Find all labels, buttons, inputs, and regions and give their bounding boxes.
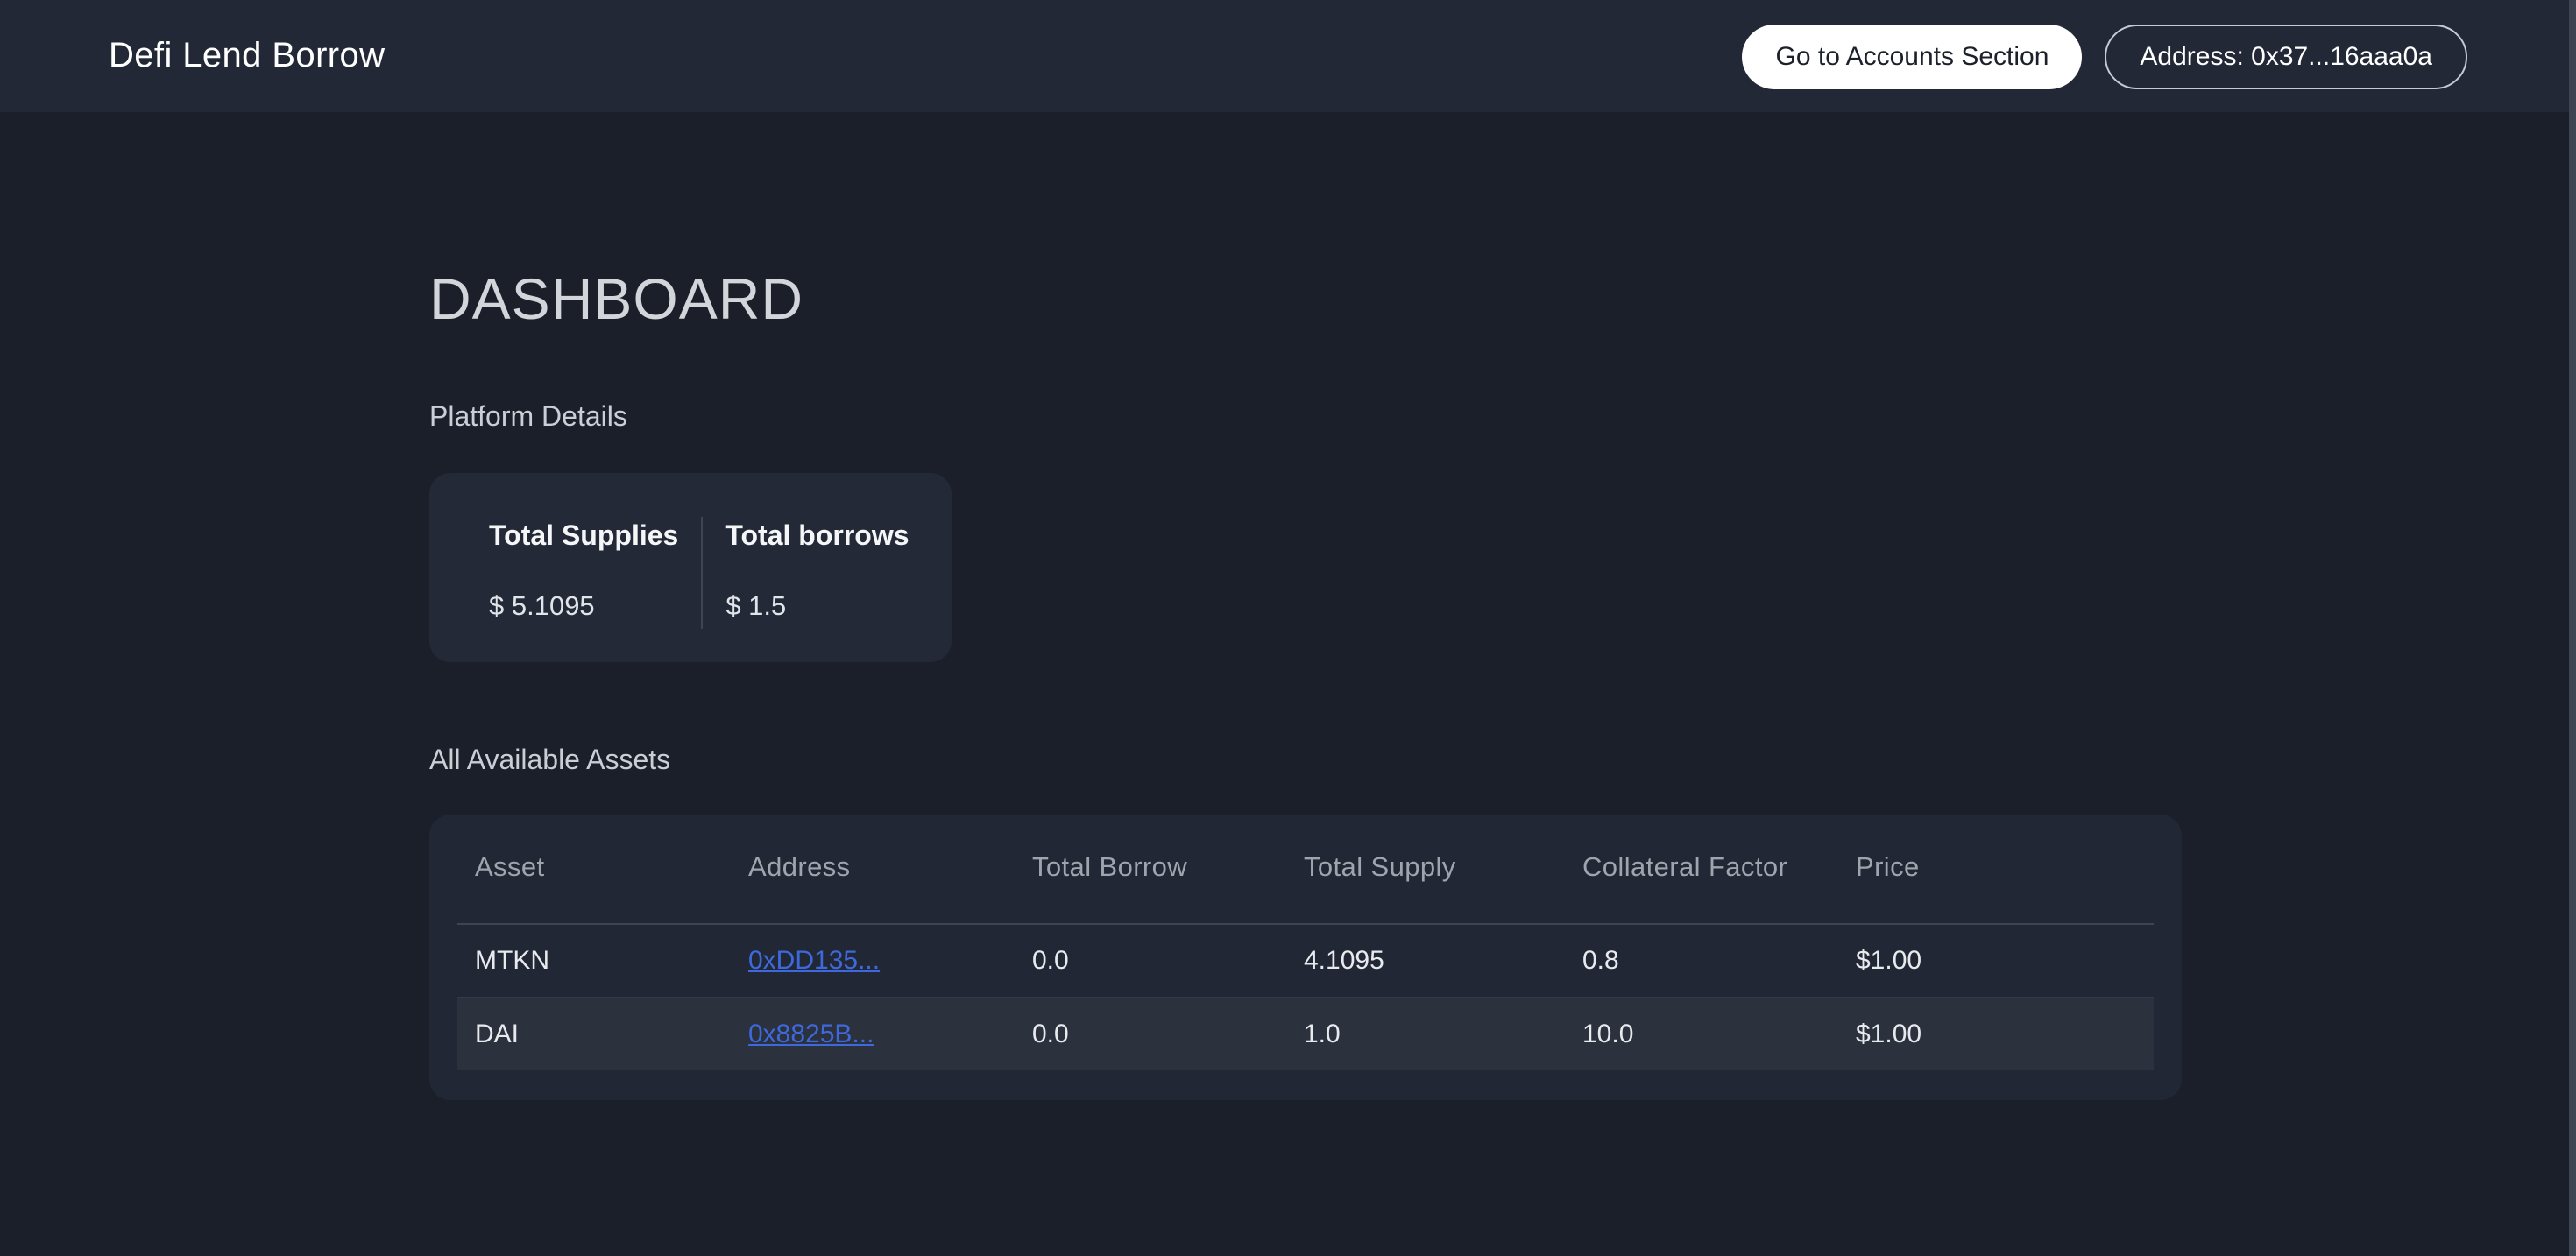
cell-total-borrow: 0.0 (1015, 998, 1286, 1070)
vertical-divider (701, 517, 703, 629)
column-header-collateral-factor: Collateral Factor (1565, 815, 1838, 924)
asset-address-link[interactable]: 0xDD135... (748, 946, 880, 976)
column-header-asset: Asset (457, 815, 731, 924)
column-header-address: Address (731, 815, 1015, 924)
cell-price: $1.00 (1838, 924, 2154, 998)
go-to-accounts-button[interactable]: Go to Accounts Section (1743, 24, 2083, 88)
column-header-total-borrow: Total Borrow (1015, 815, 1286, 924)
asset-address-link[interactable]: 0x8825B... (748, 1020, 874, 1049)
total-borrows-stat: Total borrows $ 1.5 (725, 517, 909, 629)
navbar-actions: Go to Accounts Section Address: 0x37...1… (1743, 24, 2467, 88)
app-viewport: Defi Lend Borrow Go to Accounts Section … (0, 0, 2576, 1256)
column-header-price: Price (1838, 815, 2154, 924)
total-supplies-stat: Total Supplies $ 5.1095 (489, 517, 678, 629)
table-row-dai: DAI 0x8825B... 0.0 1.0 10.0 $1.00 (457, 998, 2154, 1070)
cell-address: 0x8825B... (731, 998, 1015, 1070)
cell-address: 0xDD135... (731, 924, 1015, 998)
app-title: Defi Lend Borrow (109, 36, 385, 76)
table-header-row: Asset Address Total Borrow Total Supply … (457, 815, 2154, 924)
cell-total-supply: 4.1095 (1286, 924, 1565, 998)
assets-table: Asset Address Total Borrow Total Supply … (457, 815, 2154, 1070)
cell-collateral-factor: 10.0 (1565, 998, 1838, 1070)
all-available-assets-label: All Available Assets (429, 743, 2182, 781)
navbar: Defi Lend Borrow Go to Accounts Section … (0, 0, 2576, 112)
cell-total-borrow: 0.0 (1015, 924, 1286, 998)
platform-details-label: Platform Details (429, 399, 2182, 438)
scrollbar[interactable] (2569, 0, 2576, 1256)
column-header-total-supply: Total Supply (1286, 815, 1565, 924)
cell-total-supply: 1.0 (1286, 998, 1565, 1070)
cell-asset: MTKN (457, 924, 731, 998)
cell-asset: DAI (457, 998, 731, 1070)
total-supplies-stat-label: Total Supplies (489, 517, 678, 559)
page-title: DASHBOARD (429, 266, 2182, 333)
total-borrows-stat-value: $ 1.5 (725, 587, 909, 629)
main-content: DASHBOARD Platform Details Total Supplie… (429, 266, 2182, 1100)
assets-table-card: Asset Address Total Borrow Total Supply … (429, 815, 2182, 1100)
cell-price: $1.00 (1838, 998, 2154, 1070)
table-row-mtkn: MTKN 0xDD135... 0.0 4.1095 0.8 $1.00 (457, 924, 2154, 998)
cell-collateral-factor: 0.8 (1565, 924, 1838, 998)
wallet-address-button[interactable]: Address: 0x37...16aaa0a (2105, 24, 2467, 88)
total-borrows-stat-label: Total borrows (725, 517, 909, 559)
total-supplies-stat-value: $ 5.1095 (489, 587, 678, 629)
platform-details-card: Total Supplies $ 5.1095 Total borrows $ … (429, 473, 952, 662)
